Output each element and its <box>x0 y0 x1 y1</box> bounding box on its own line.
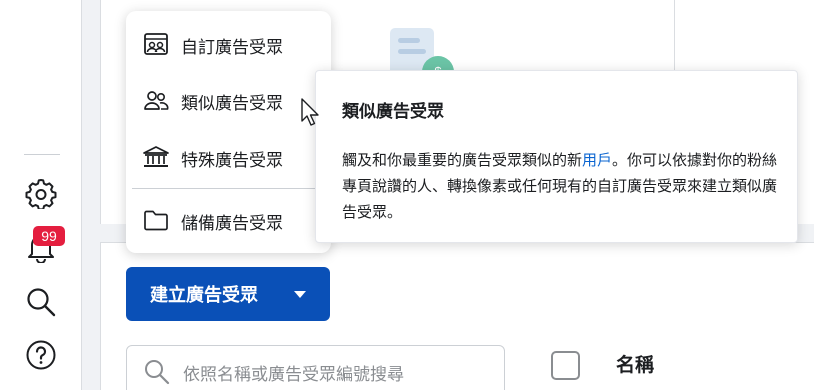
create-audience-button[interactable]: 建立廣告受眾 <box>126 267 330 321</box>
notification-count-badge: 99 <box>33 226 65 246</box>
folder-icon <box>142 207 170 233</box>
people-icon <box>142 87 170 113</box>
menu-item-label: 類似廣告受眾 <box>181 94 283 114</box>
gear-icon <box>25 179 57 209</box>
menu-item-saved-audience[interactable]: 儲備廣告受眾 <box>126 196 331 244</box>
create-audience-menu: 自訂廣告受眾 類似廣告受眾 特殊廣告受眾 儲備廣告受眾 <box>126 11 331 253</box>
caret-down-icon <box>294 291 306 298</box>
search-icon <box>145 360 170 385</box>
tooltip-title: 類似廣告受眾 <box>342 102 444 122</box>
tooltip-users-link[interactable]: 用戶 <box>582 151 612 169</box>
column-header-name[interactable]: 名稱 <box>616 350 654 377</box>
help-button[interactable] <box>24 338 58 372</box>
menu-item-label: 儲備廣告受眾 <box>181 214 283 234</box>
settings-button[interactable] <box>24 176 58 210</box>
left-rail: 99 <box>0 0 82 390</box>
tooltip-body-prefix: 觸及和你最重要的廣告受眾類似的新 <box>342 151 583 169</box>
help-icon <box>26 340 56 370</box>
menu-item-label: 特殊廣告受眾 <box>181 151 283 171</box>
search-placeholder: 依照名稱或廣告受眾編號搜尋 <box>183 365 404 385</box>
menu-item-label: 自訂廣告受眾 <box>181 38 283 58</box>
rail-divider <box>24 154 60 155</box>
menu-divider <box>132 188 325 189</box>
mouse-pointer-icon <box>301 98 319 126</box>
tooltip-body: 觸及和你最重要的廣告受眾類似的新用戶。你可以依據對你的粉絲專頁說讚的人、轉換像素… <box>342 147 782 225</box>
search-icon <box>27 288 56 317</box>
search-button[interactable] <box>24 285 58 319</box>
menu-item-special-audience[interactable]: 特殊廣告受眾 <box>126 133 331 181</box>
audience-search-input[interactable]: 依照名稱或廣告受眾編號搜尋 <box>126 345 505 390</box>
lookalike-audience-tooltip: 類似廣告受眾 觸及和你最重要的廣告受眾類似的新用戶。你可以依據對你的粉絲專頁說讚… <box>315 70 798 243</box>
custom-audience-icon <box>142 31 170 57</box>
select-all-checkbox[interactable] <box>551 351 580 380</box>
institution-icon <box>142 144 170 170</box>
menu-item-custom-audience[interactable]: 自訂廣告受眾 <box>126 20 331 68</box>
create-audience-label: 建立廣告受眾 <box>150 285 258 306</box>
